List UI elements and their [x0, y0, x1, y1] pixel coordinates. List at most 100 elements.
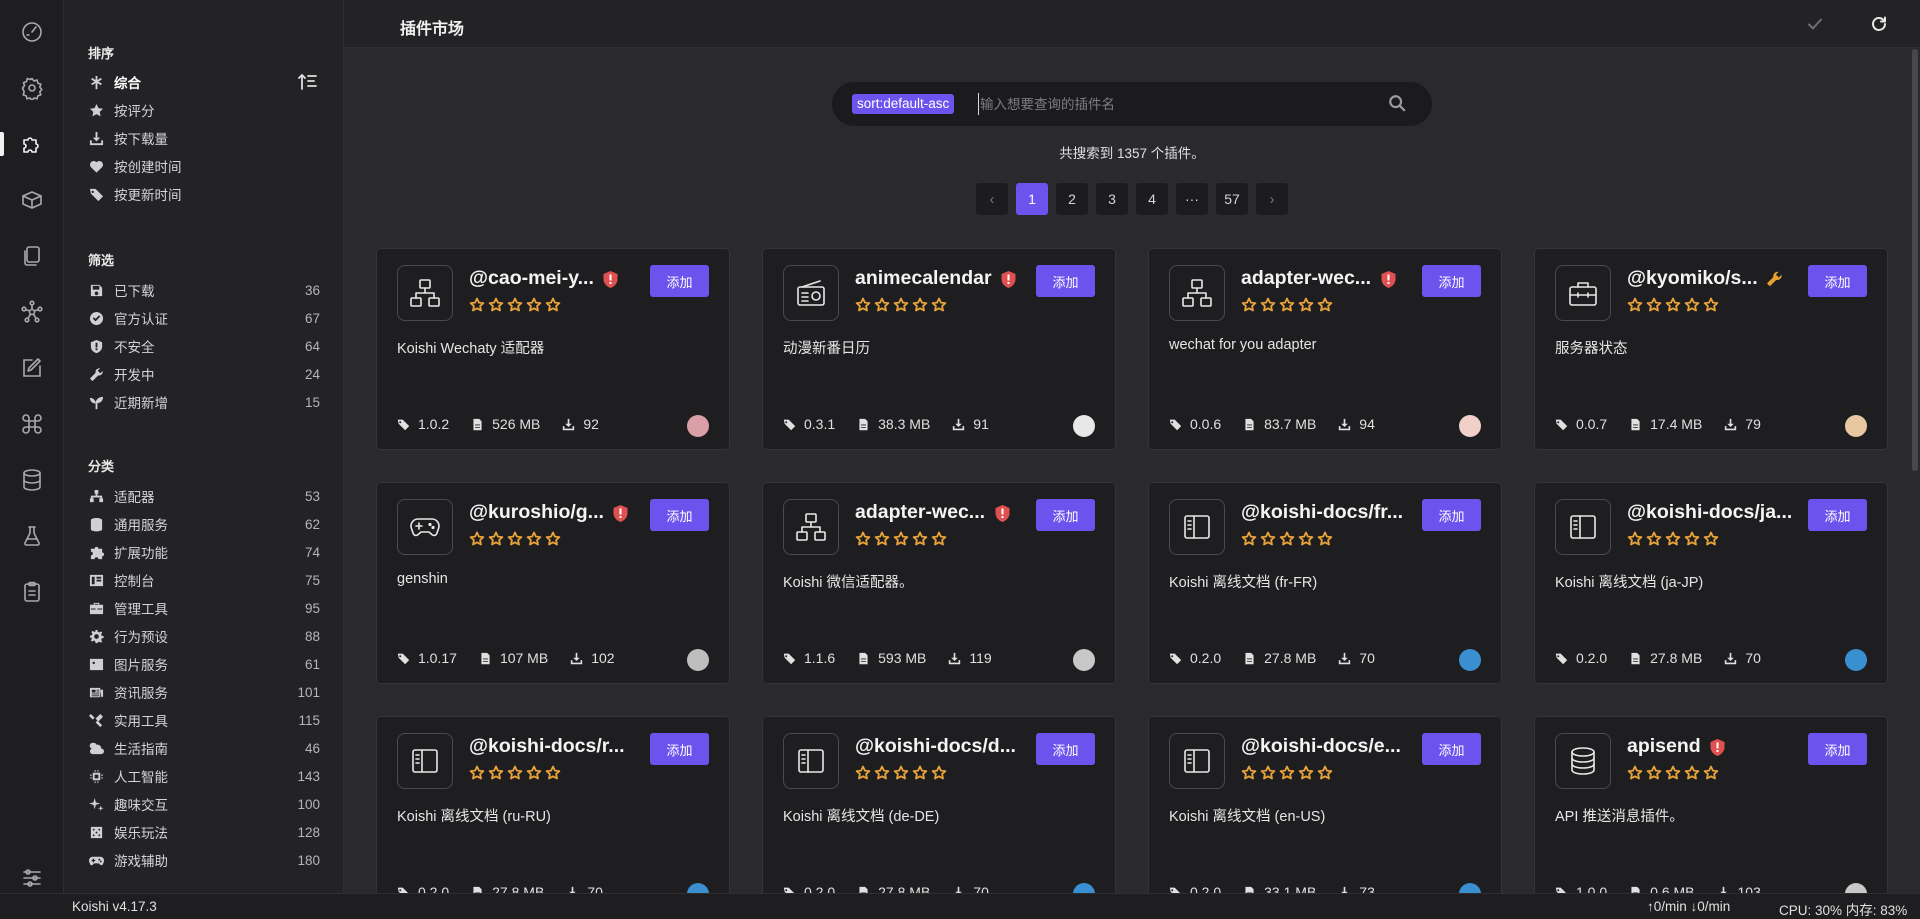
category-item[interactable]: 实用工具 115	[88, 706, 320, 734]
plugin-name[interactable]: @koishi-docs/d...	[855, 735, 1016, 758]
sliders-icon[interactable]	[0, 866, 64, 890]
sort-item-rating[interactable]: 按评分	[88, 96, 320, 124]
sort-item-default[interactable]: 综合	[88, 68, 320, 96]
add-plugin-button[interactable]: 添加	[1808, 265, 1867, 297]
plugin-card[interactable]: adapter-wec... 添加 wechat for you adapter 0.…	[1148, 248, 1502, 450]
star-icon	[507, 297, 523, 313]
sort-item-downloads[interactable]: 按下载量	[88, 124, 320, 152]
category-item[interactable]: 管理工具 95	[88, 594, 320, 622]
add-plugin-button[interactable]: 添加	[1808, 499, 1867, 531]
main-scrollbar[interactable]	[1912, 49, 1918, 471]
next-page-button[interactable]: ›	[1256, 183, 1288, 215]
author-avatar[interactable]	[1459, 415, 1481, 437]
page-button[interactable]: 2	[1056, 183, 1088, 215]
category-item[interactable]: 扩展功能 74	[88, 538, 320, 566]
add-plugin-button[interactable]: 添加	[1422, 733, 1481, 765]
author-avatar[interactable]	[687, 649, 709, 671]
plugin-name[interactable]: @cao-mei-y...	[469, 267, 594, 290]
database-icon[interactable]	[0, 460, 64, 500]
author-avatar[interactable]	[1459, 883, 1481, 893]
plugin-name[interactable]: @koishi-docs/e...	[1241, 735, 1401, 758]
add-plugin-button[interactable]: 添加	[650, 499, 709, 531]
plugin-market-icon[interactable]	[0, 124, 64, 164]
plugin-card[interactable]: @koishi-docs/r... 添加 Koishi 离线文档 (ru-RU) 0.…	[376, 716, 730, 893]
check-icon[interactable]	[1802, 12, 1828, 36]
category-item[interactable]: 游戏辅助 180	[88, 846, 320, 874]
page-ellipsis-button[interactable]: ···	[1176, 183, 1208, 215]
add-plugin-button[interactable]: 添加	[1036, 499, 1095, 531]
add-plugin-button[interactable]: 添加	[1808, 733, 1867, 765]
add-plugin-button[interactable]: 添加	[1422, 265, 1481, 297]
commands-icon[interactable]	[0, 404, 64, 444]
plugin-card[interactable]: @koishi-docs/e... 添加 Koishi 离线文档 (en-US) 0.…	[1148, 716, 1502, 893]
category-item[interactable]: 人工智能 143	[88, 762, 320, 790]
author-avatar[interactable]	[1845, 649, 1867, 671]
page-button[interactable]: 1	[1016, 183, 1048, 215]
plugin-name[interactable]: @koishi-docs/ja...	[1627, 501, 1792, 524]
plugin-card[interactable]: @koishi-docs/ja... 添加 Koishi 离线文档 (ja-JP) 0…	[1534, 482, 1888, 684]
page-button[interactable]: 57	[1216, 183, 1248, 215]
plugin-name[interactable]: @koishi-docs/r...	[469, 735, 625, 758]
plugin-card[interactable]: @koishi-docs/fr... 添加 Koishi 离线文档 (fr-FR) 0…	[1148, 482, 1502, 684]
plugin-name[interactable]: adapter-wec...	[855, 501, 985, 524]
logs-icon[interactable]	[0, 236, 64, 276]
add-plugin-button[interactable]: 添加	[650, 265, 709, 297]
page-button[interactable]: 4	[1136, 183, 1168, 215]
sandbox-icon[interactable]	[0, 516, 64, 556]
plugin-name[interactable]: @kuroshio/g...	[469, 501, 604, 524]
author-avatar[interactable]	[1845, 415, 1867, 437]
filter-item-unsafe[interactable]: 不安全 64	[88, 332, 320, 360]
filter-item-verified[interactable]: 官方认证 67	[88, 304, 320, 332]
search-icon[interactable]	[1388, 94, 1408, 114]
filter-item-downloaded[interactable]: 已下载 36	[88, 276, 320, 304]
plugin-name[interactable]: @koishi-docs/fr...	[1241, 501, 1403, 524]
graph-icon[interactable]	[0, 292, 64, 332]
plugin-card[interactable]: @kyomiko/s... 添加 服务器状态 0.0.7 17.4 MB 79	[1534, 248, 1888, 450]
page-button[interactable]: 3	[1096, 183, 1128, 215]
plugin-card[interactable]: apisend 添加 API 推送消息插件。 1.0.0 0.6 MB 103	[1534, 716, 1888, 893]
plugin-card[interactable]: @cao-mei-y... 添加 Koishi Wechaty 适配器 1.0.2 52…	[376, 248, 730, 450]
add-plugin-button[interactable]: 添加	[1036, 733, 1095, 765]
dashboard-icon[interactable]	[0, 12, 64, 52]
search-sort-tag[interactable]: sort:default-asc	[852, 94, 955, 114]
author-avatar[interactable]	[1073, 415, 1095, 437]
category-item[interactable]: 图片服务 61	[88, 650, 320, 678]
add-plugin-button[interactable]: 添加	[1036, 265, 1095, 297]
author-avatar[interactable]	[1073, 649, 1095, 671]
plugin-name[interactable]: @kyomiko/s...	[1627, 267, 1758, 290]
sort-item-updated[interactable]: 按更新时间	[88, 180, 320, 208]
sort-item-created[interactable]: 按创建时间	[88, 152, 320, 180]
author-avatar[interactable]	[1845, 883, 1867, 893]
category-item[interactable]: 适配器 53	[88, 482, 320, 510]
add-plugin-button[interactable]: 添加	[1422, 499, 1481, 531]
category-item[interactable]: 娱乐玩法 128	[88, 818, 320, 846]
plugin-card[interactable]: animecalendar 添加 动漫新番日历 0.3.1 38.3 MB 91	[762, 248, 1116, 450]
author-avatar[interactable]	[1459, 649, 1481, 671]
settings-icon[interactable]	[0, 68, 64, 108]
filter-item-dev[interactable]: 开发中 24	[88, 360, 320, 388]
plugin-card[interactable]: @koishi-docs/d... 添加 Koishi 离线文档 (de-DE) 0.…	[762, 716, 1116, 893]
filter-item-recent[interactable]: 近期新增 15	[88, 388, 320, 416]
prev-page-button[interactable]: ‹	[976, 183, 1008, 215]
refresh-icon[interactable]	[1866, 12, 1892, 36]
plugin-card[interactable]: @kuroshio/g... 添加 genshin 1.0.17 107 MB 102	[376, 482, 730, 684]
category-item[interactable]: 生活指南 46	[88, 734, 320, 762]
search-input[interactable]	[978, 93, 1378, 115]
category-item[interactable]: 通用服务 62	[88, 510, 320, 538]
plugin-name[interactable]: adapter-wec...	[1241, 267, 1371, 290]
plugin-downloads: 79	[1745, 416, 1761, 432]
clipboard-icon[interactable]	[0, 572, 64, 612]
category-item[interactable]: 资讯服务 101	[88, 678, 320, 706]
author-avatar[interactable]	[1073, 883, 1095, 893]
editor-icon[interactable]	[0, 348, 64, 388]
author-avatar[interactable]	[687, 883, 709, 893]
dependencies-icon[interactable]	[0, 180, 64, 220]
plugin-name[interactable]: apisend	[1627, 735, 1701, 758]
category-item[interactable]: 行为预设 88	[88, 622, 320, 650]
category-item[interactable]: 控制台 75	[88, 566, 320, 594]
category-item[interactable]: 趣味交互 100	[88, 790, 320, 818]
author-avatar[interactable]	[687, 415, 709, 437]
add-plugin-button[interactable]: 添加	[650, 733, 709, 765]
plugin-card[interactable]: adapter-wec... 添加 Koishi 微信适配器。 1.1.6 593 MB…	[762, 482, 1116, 684]
plugin-name[interactable]: animecalendar	[855, 267, 992, 290]
